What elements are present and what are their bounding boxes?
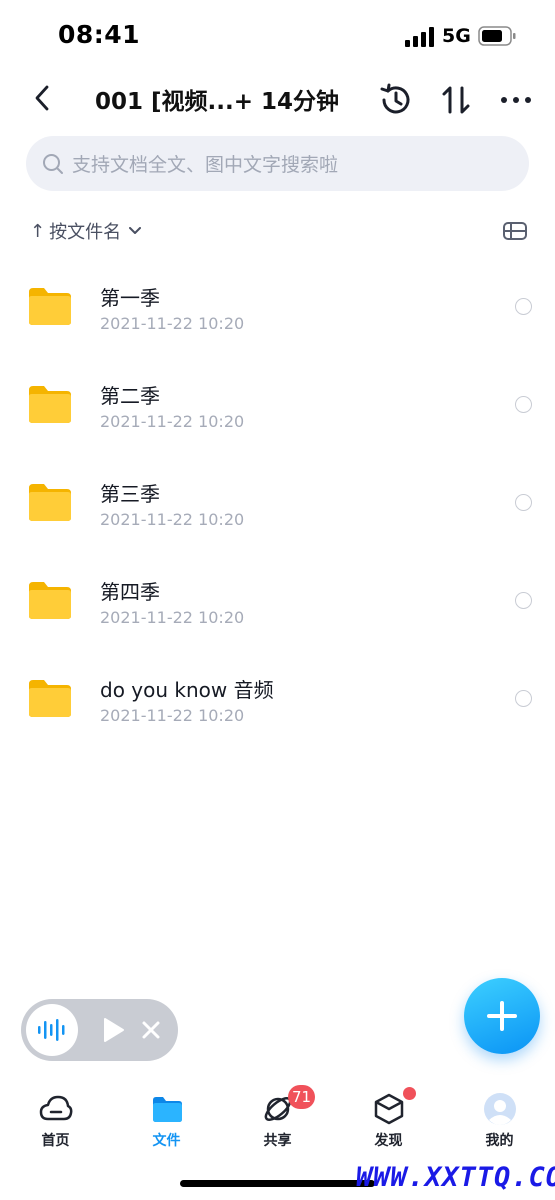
list-item[interactable]: 第四季 2021-11-22 10:20 xyxy=(0,552,555,650)
play-icon[interactable] xyxy=(99,1016,127,1044)
close-icon[interactable] xyxy=(139,1018,163,1042)
battery-icon xyxy=(478,26,516,46)
file-name: 第三季 xyxy=(100,482,160,506)
file-date: 2021-11-22 10:20 xyxy=(100,314,245,333)
avatar-icon xyxy=(483,1093,516,1125)
back-button[interactable] xyxy=(24,78,60,118)
folder-icon xyxy=(29,680,71,717)
nav-item-discover[interactable]: 发现 xyxy=(333,1080,444,1160)
more-button[interactable] xyxy=(496,80,536,120)
nav-label: 共享 xyxy=(263,1133,292,1149)
file-name: 第一季 xyxy=(100,286,160,310)
plus-icon xyxy=(487,1001,517,1031)
sort-button[interactable] xyxy=(436,80,476,120)
file-date: 2021-11-22 10:20 xyxy=(100,608,245,627)
more-dots-icon xyxy=(501,97,531,103)
list-item[interactable]: 第二季 2021-11-22 10:20 xyxy=(0,356,555,454)
file-list: 第一季 2021-11-22 10:20 第二季 2021-11-22 10:2… xyxy=(0,258,555,748)
network-label: 5G xyxy=(442,25,471,47)
select-checkbox[interactable] xyxy=(515,592,532,609)
select-checkbox[interactable] xyxy=(515,494,532,511)
sort-label: 按文件名 xyxy=(49,222,122,243)
share-badge-count: 71 xyxy=(288,1085,316,1109)
sound-wave-icon xyxy=(38,1019,65,1041)
sort-up-arrow-icon: ↑ xyxy=(30,220,46,242)
nav-item-me[interactable]: 我的 xyxy=(444,1080,555,1160)
folder-icon xyxy=(29,484,71,521)
search-icon xyxy=(43,153,63,174)
status-bar: 08:41 5G xyxy=(0,0,555,72)
search-placeholder: 支持文档全文、图中文字搜索啦 xyxy=(72,154,339,176)
file-date: 2021-11-22 10:20 xyxy=(100,510,245,529)
list-item[interactable]: 第一季 2021-11-22 10:20 xyxy=(0,258,555,356)
bottom-nav: 首页 文件 共享 发现 我的 xyxy=(0,1080,555,1160)
view-mode-icon[interactable] xyxy=(502,220,528,242)
select-checkbox[interactable] xyxy=(515,690,532,707)
nav-item-files[interactable]: 文件 xyxy=(111,1080,222,1160)
watermark: WWW.XXTTQ.COM xyxy=(356,1162,555,1193)
list-item[interactable]: do you know 音频 2021-11-22 10:20 xyxy=(0,650,555,748)
nav-label: 发现 xyxy=(374,1133,403,1149)
audio-wave-button[interactable] xyxy=(26,1004,78,1056)
folder-icon xyxy=(29,386,71,423)
signal-icon xyxy=(405,27,434,47)
file-date: 2021-11-22 10:20 xyxy=(100,706,245,725)
nav-label: 文件 xyxy=(152,1133,181,1149)
header: 001 [视频...+ 14分钟 xyxy=(0,72,555,128)
select-checkbox[interactable] xyxy=(515,298,532,315)
file-name: 第四季 xyxy=(100,580,160,604)
folder-icon xyxy=(29,582,71,619)
chevron-left-icon xyxy=(35,85,49,111)
cloud-icon xyxy=(39,1095,72,1121)
discover-badge-dot xyxy=(403,1087,416,1100)
nav-label: 我的 xyxy=(485,1133,514,1149)
nav-label: 首页 xyxy=(41,1133,70,1149)
audio-player-pill xyxy=(21,999,178,1061)
history-icon xyxy=(380,83,410,114)
nav-item-home[interactable]: 首页 xyxy=(0,1080,111,1160)
sort-by-name-dropdown[interactable]: ↑ 按文件名 xyxy=(30,216,142,246)
history-button[interactable] xyxy=(376,80,416,120)
search-input[interactable]: 支持文档全文、图中文字搜索啦 xyxy=(26,136,529,191)
file-name: 第二季 xyxy=(100,384,160,408)
page-title: 001 [视频...+ 14分钟 xyxy=(95,89,340,115)
status-time: 08:41 xyxy=(58,20,141,49)
nav-item-share[interactable]: 共享 xyxy=(222,1080,333,1160)
file-name: do you know 音频 xyxy=(100,678,274,702)
chevron-down-icon xyxy=(129,227,142,234)
select-checkbox[interactable] xyxy=(515,396,532,413)
add-button[interactable] xyxy=(464,978,540,1054)
list-item[interactable]: 第三季 2021-11-22 10:20 xyxy=(0,454,555,552)
folder-icon xyxy=(29,288,71,325)
file-date: 2021-11-22 10:20 xyxy=(100,412,245,431)
cube-icon xyxy=(374,1093,403,1125)
sort-arrows-icon xyxy=(442,86,470,114)
folder-icon xyxy=(152,1097,182,1122)
home-indicator xyxy=(180,1180,375,1187)
